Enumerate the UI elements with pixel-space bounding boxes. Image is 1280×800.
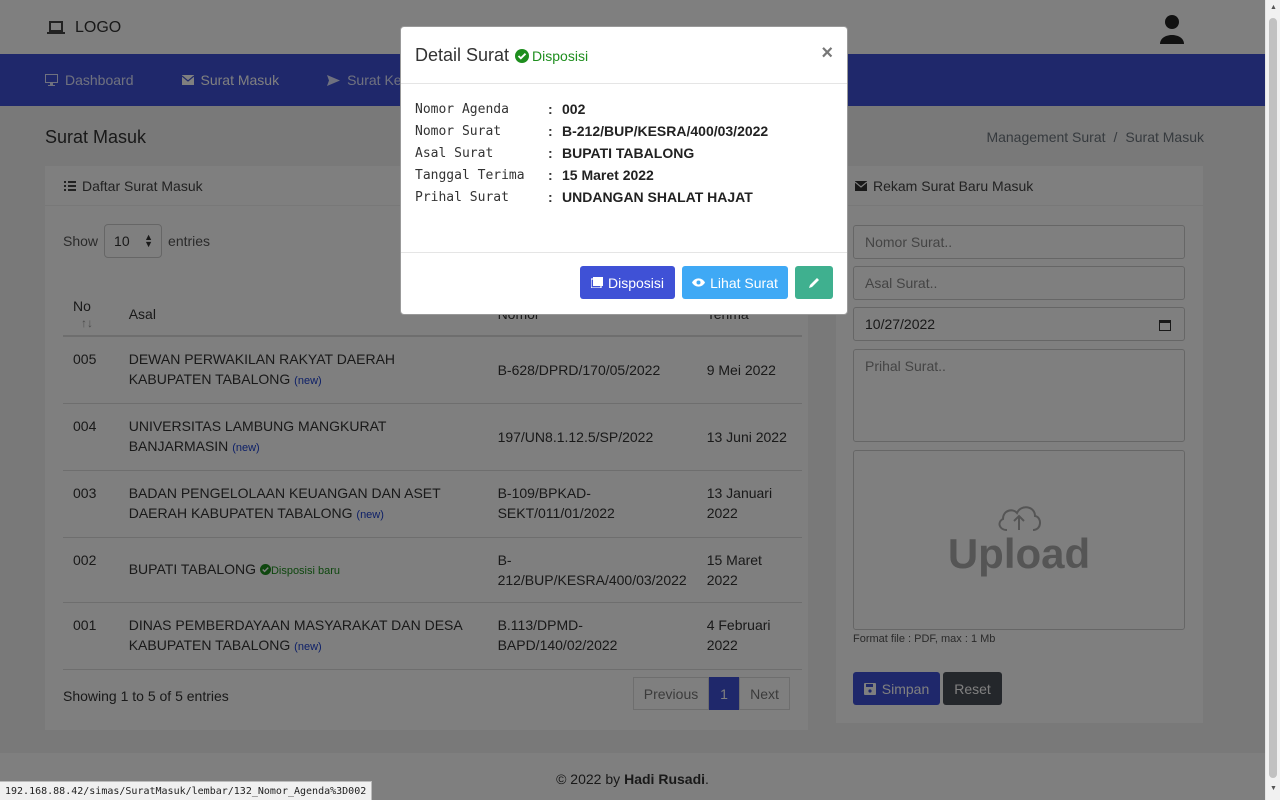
detail-label: Tanggal Terima: [415, 167, 525, 183]
close-icon[interactable]: ×: [821, 42, 833, 65]
disposisi-label: Disposisi: [607, 274, 664, 291]
lihat-surat-button[interactable]: Lihat Surat: [682, 266, 788, 299]
modal-title: Detail Surat: [415, 44, 510, 65]
edit-button[interactable]: [795, 266, 833, 299]
modal-body: Nomor Agenda:002 Nomor Surat: B-212/BUP/K…: [401, 84, 847, 253]
detail-value: B-212/BUP/KESRA/400/03/2022: [562, 123, 769, 139]
pencil-icon: [808, 278, 819, 288]
scrollbar-thumb[interactable]: [1269, 18, 1277, 778]
modal-status-badge: Disposisi: [515, 48, 588, 64]
detail-label: Asal Surat: [415, 145, 494, 161]
modal-status-text: Disposisi: [532, 48, 589, 64]
book-icon: [590, 277, 603, 288]
detail-value: 002: [562, 101, 586, 117]
eye-icon: [692, 278, 706, 287]
page-scrollbar[interactable]: ▲ ▼: [1265, 0, 1280, 800]
detail-value: UNDANGAN SHALAT HAJAT: [562, 189, 753, 205]
disposisi-button[interactable]: Disposisi: [580, 266, 675, 299]
detail-row-asal-surat: Asal Surat: BUPATI TABALONG: [415, 145, 695, 161]
detail-row-nomor-surat: Nomor Surat: B-212/BUP/KESRA/400/03/2022: [415, 123, 769, 139]
modal-header: Detail Surat Disposisi ×: [401, 27, 847, 84]
status-bar-url: 192.168.88.42/simas/SuratMasuk/lembar/13…: [0, 781, 373, 800]
detail-value: 15 Maret 2022: [562, 167, 654, 183]
detail-row-prihal-surat: Prihal Surat: UNDANGAN SHALAT HAJAT: [415, 189, 753, 205]
check-circle-icon: [515, 49, 530, 63]
scroll-up-icon[interactable]: ▲: [1270, 4, 1277, 11]
detail-surat-modal: Detail Surat Disposisi × Nomor Agenda:00…: [400, 26, 848, 315]
detail-value: BUPATI TABALONG: [562, 145, 695, 161]
detail-label: Prihal Surat: [415, 189, 509, 205]
lihat-surat-label: Lihat Surat: [710, 274, 778, 291]
scroll-down-icon[interactable]: ▼: [1270, 785, 1277, 792]
detail-row-nomor-agenda: Nomor Agenda:002: [415, 101, 586, 117]
detail-label: Nomor Agenda: [415, 101, 509, 117]
detail-row-tanggal-terima: Tanggal Terima:15 Maret 2022: [415, 167, 654, 183]
modal-footer: Disposisi Lihat Surat: [401, 266, 847, 299]
detail-label: Nomor Surat: [415, 123, 502, 139]
